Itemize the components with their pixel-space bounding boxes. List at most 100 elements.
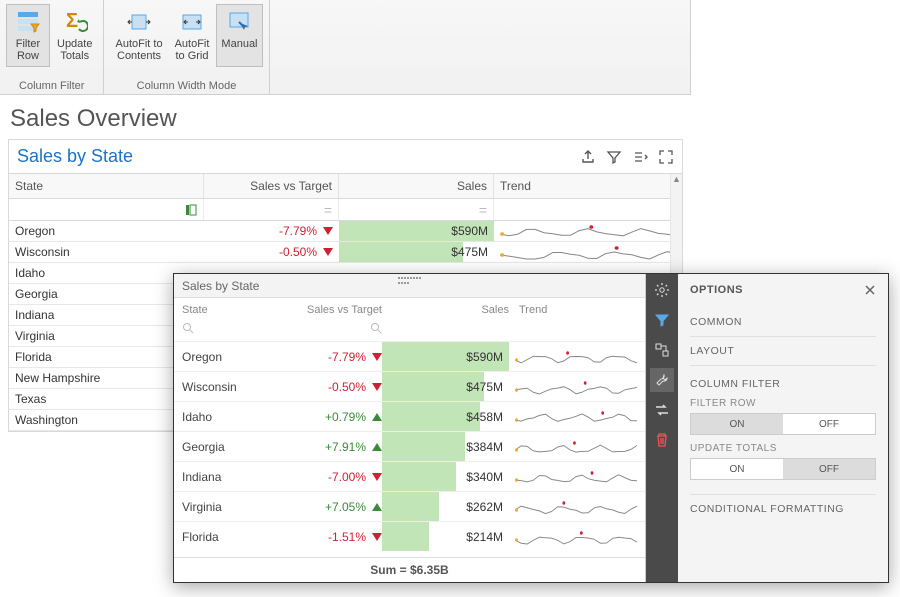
cell-sales: $384M xyxy=(382,432,509,461)
cell-state: Florida xyxy=(182,522,277,551)
toggle-filter-row-on[interactable]: ON xyxy=(691,414,783,434)
options-title: OPTIONS xyxy=(690,284,743,296)
d-col-svt[interactable]: Sales vs Target xyxy=(277,304,382,316)
cell-svt: -0.50% xyxy=(277,372,382,401)
search-icon xyxy=(370,322,382,334)
cell-trend xyxy=(509,522,637,551)
update-totals-button[interactable]: ΣUpdateTotals xyxy=(52,4,97,67)
autofit-grid-button[interactable]: AutoFitto Grid xyxy=(170,4,215,67)
autofit-contents-button[interactable]: AutoFit toContents xyxy=(110,4,167,67)
filter-sales[interactable]: = xyxy=(339,199,494,220)
filter-trend[interactable] xyxy=(494,199,682,220)
d-col-state[interactable]: State xyxy=(182,304,277,316)
section-common[interactable]: COMMON xyxy=(690,308,876,337)
manual-width-button[interactable]: Manual xyxy=(216,4,262,67)
col-header-trend[interactable]: Trend xyxy=(494,174,682,198)
designer-titlebar[interactable]: Sales by State xyxy=(174,274,645,298)
triangle-up-icon xyxy=(372,413,382,421)
drilldown-icon[interactable] xyxy=(632,149,648,165)
cell-sales: $475M xyxy=(382,372,509,401)
col-header-svt[interactable]: Sales vs Target xyxy=(204,174,339,198)
d-filter-state[interactable] xyxy=(182,322,277,337)
update-totals-icon: Σ xyxy=(62,9,88,35)
filter-row-button[interactable]: FilterRow xyxy=(6,4,50,67)
export-icon[interactable] xyxy=(580,149,596,165)
cell-sales: $458M xyxy=(382,402,509,431)
cell-svt: +7.05% xyxy=(277,492,382,521)
toggle-filter-row-off[interactable]: OFF xyxy=(783,414,875,434)
designer-title: Sales by State xyxy=(182,279,259,293)
footer-value: $6.35B xyxy=(410,563,449,577)
toggle-update-totals[interactable]: ON OFF xyxy=(690,458,876,480)
table-row[interactable]: Indiana-7.00%$340M xyxy=(174,461,645,491)
triangle-up-icon xyxy=(372,443,382,451)
designer-footer: Sum = $6.35B xyxy=(174,557,645,582)
autofit-grid-icon xyxy=(179,9,205,35)
table-row[interactable]: Wisconsin-0.50%$475M xyxy=(9,242,682,263)
col-header-state[interactable]: State xyxy=(9,174,204,198)
cell-sales: $475M xyxy=(339,242,494,262)
filter-icon[interactable] xyxy=(650,308,674,332)
cell-svt: -7.79% xyxy=(204,221,339,241)
cell-trend xyxy=(509,372,637,401)
table-row[interactable]: Florida-1.51%$214M xyxy=(174,521,645,551)
cell-state: Virginia xyxy=(182,492,277,521)
search-icon xyxy=(182,322,194,334)
cell-sales: $214M xyxy=(382,522,509,551)
delete-icon[interactable] xyxy=(650,428,674,452)
triangle-down-icon xyxy=(372,353,382,361)
table-row[interactable]: Georgia+7.91%$384M xyxy=(174,431,645,461)
d-col-sales[interactable]: Sales xyxy=(382,304,509,316)
table-row[interactable]: Virginia+7.05%$262M xyxy=(174,491,645,521)
table-row[interactable]: Idaho+0.79%$458M xyxy=(174,401,645,431)
cell-state: Oregon xyxy=(9,221,204,241)
d-col-trend[interactable]: Trend xyxy=(509,304,637,316)
scroll-up-icon[interactable]: ▲ xyxy=(671,174,682,186)
triangle-down-icon xyxy=(323,227,333,235)
filter-svt[interactable]: = xyxy=(204,199,339,220)
cell-trend xyxy=(509,342,637,371)
convert-icon[interactable] xyxy=(650,398,674,422)
table-row[interactable]: Oregon-7.79%$590M xyxy=(9,221,682,242)
cell-state: Idaho xyxy=(182,402,277,431)
cell-trend xyxy=(509,462,637,491)
toggle-filter-row[interactable]: ON OFF xyxy=(690,413,876,435)
page-title: Sales Overview xyxy=(0,95,900,139)
label-update-totals: UPDATE TOTALS xyxy=(690,443,876,454)
filter-state[interactable] xyxy=(9,199,204,220)
cell-state: Wisconsin xyxy=(182,372,277,401)
ribbon-group-label: Column Filter xyxy=(19,78,84,92)
filter-row-icon xyxy=(15,9,41,35)
cell-state: Georgia xyxy=(182,432,277,461)
toggle-update-totals-off[interactable]: OFF xyxy=(783,459,875,479)
section-layout[interactable]: LAYOUT xyxy=(690,337,876,366)
d-filter-svt[interactable] xyxy=(277,322,382,337)
equals-icon: = xyxy=(324,202,332,218)
autofit-contents-icon xyxy=(126,9,152,35)
wrench-icon[interactable] xyxy=(650,368,674,392)
filter-icon[interactable] xyxy=(606,149,622,165)
section-conditional[interactable]: CONDITIONAL FORMATTING xyxy=(690,494,876,523)
ribbon: FilterRowΣUpdateTotals Column Filter AutoF… xyxy=(0,0,691,95)
triangle-down-icon xyxy=(372,383,382,391)
close-icon[interactable] xyxy=(864,284,876,296)
col-header-sales[interactable]: Sales xyxy=(339,174,494,198)
filter-indicator-icon xyxy=(185,204,197,216)
interactivity-icon[interactable] xyxy=(650,338,674,362)
table-row[interactable]: Wisconsin-0.50%$475M xyxy=(174,371,645,401)
cell-trend xyxy=(509,432,637,461)
cell-svt: -0.50% xyxy=(204,242,339,262)
maximize-icon[interactable] xyxy=(658,149,674,165)
cell-trend xyxy=(509,492,637,521)
cell-svt: +0.79% xyxy=(277,402,382,431)
cell-trend xyxy=(509,402,637,431)
triangle-down-icon xyxy=(323,248,333,256)
toggle-update-totals-on[interactable]: ON xyxy=(691,459,783,479)
equals-icon: = xyxy=(479,202,487,218)
drag-grip-icon[interactable] xyxy=(398,277,422,285)
triangle-down-icon xyxy=(372,473,382,481)
cell-sales: $340M xyxy=(382,462,509,491)
gear-icon[interactable] xyxy=(650,278,674,302)
table-row[interactable]: Oregon-7.79%$590M xyxy=(174,341,645,371)
svg-text:Σ: Σ xyxy=(66,10,78,32)
